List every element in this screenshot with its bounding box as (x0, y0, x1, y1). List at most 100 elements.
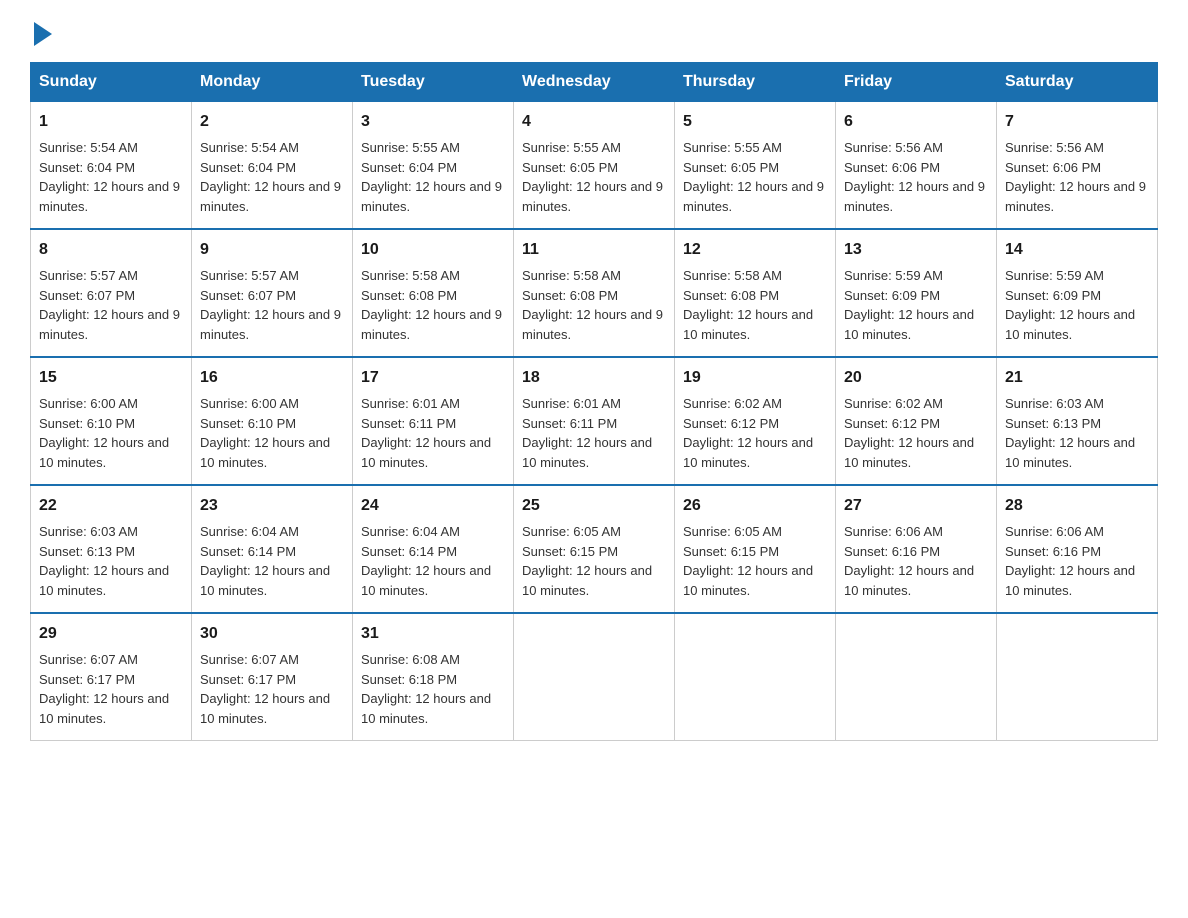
daylight-info: Daylight: 12 hours and 10 minutes. (361, 435, 491, 470)
calendar-cell: 14 Sunrise: 5:59 AM Sunset: 6:09 PM Dayl… (997, 229, 1158, 357)
sunrise-info: Sunrise: 6:02 AM (844, 396, 943, 411)
sunrise-info: Sunrise: 5:59 AM (844, 268, 943, 283)
sunrise-info: Sunrise: 5:58 AM (522, 268, 621, 283)
sunrise-info: Sunrise: 6:00 AM (39, 396, 138, 411)
day-number: 28 (1005, 494, 1149, 518)
header-day-friday: Friday (836, 63, 997, 102)
daylight-info: Daylight: 12 hours and 10 minutes. (200, 435, 330, 470)
daylight-info: Daylight: 12 hours and 9 minutes. (522, 179, 663, 214)
sunset-info: Sunset: 6:07 PM (39, 288, 135, 303)
day-number: 10 (361, 238, 505, 262)
daylight-info: Daylight: 12 hours and 9 minutes. (361, 179, 502, 214)
day-number: 27 (844, 494, 988, 518)
calendar-body: 1 Sunrise: 5:54 AM Sunset: 6:04 PM Dayli… (31, 102, 1158, 741)
calendar-cell: 21 Sunrise: 6:03 AM Sunset: 6:13 PM Dayl… (997, 357, 1158, 485)
day-number: 8 (39, 238, 183, 262)
calendar-cell: 19 Sunrise: 6:02 AM Sunset: 6:12 PM Dayl… (675, 357, 836, 485)
calendar-cell: 7 Sunrise: 5:56 AM Sunset: 6:06 PM Dayli… (997, 102, 1158, 230)
daylight-info: Daylight: 12 hours and 10 minutes. (361, 691, 491, 726)
day-number: 22 (39, 494, 183, 518)
day-number: 13 (844, 238, 988, 262)
calendar-cell: 18 Sunrise: 6:01 AM Sunset: 6:11 PM Dayl… (514, 357, 675, 485)
day-number: 9 (200, 238, 344, 262)
calendar-cell: 31 Sunrise: 6:08 AM Sunset: 6:18 PM Dayl… (353, 613, 514, 741)
sunset-info: Sunset: 6:06 PM (844, 160, 940, 175)
day-number: 31 (361, 622, 505, 646)
sunset-info: Sunset: 6:04 PM (39, 160, 135, 175)
calendar-cell: 15 Sunrise: 6:00 AM Sunset: 6:10 PM Dayl… (31, 357, 192, 485)
calendar-cell: 9 Sunrise: 5:57 AM Sunset: 6:07 PM Dayli… (192, 229, 353, 357)
sunrise-info: Sunrise: 5:57 AM (200, 268, 299, 283)
calendar-cell: 12 Sunrise: 5:58 AM Sunset: 6:08 PM Dayl… (675, 229, 836, 357)
daylight-info: Daylight: 12 hours and 10 minutes. (844, 307, 974, 342)
calendar-cell: 27 Sunrise: 6:06 AM Sunset: 6:16 PM Dayl… (836, 485, 997, 613)
sunset-info: Sunset: 6:05 PM (522, 160, 618, 175)
sunrise-info: Sunrise: 6:06 AM (1005, 524, 1104, 539)
sunset-info: Sunset: 6:17 PM (200, 672, 296, 687)
day-number: 23 (200, 494, 344, 518)
day-number: 12 (683, 238, 827, 262)
header-day-monday: Monday (192, 63, 353, 102)
sunset-info: Sunset: 6:10 PM (200, 416, 296, 431)
day-number: 5 (683, 110, 827, 134)
sunset-info: Sunset: 6:14 PM (200, 544, 296, 559)
sunset-info: Sunset: 6:11 PM (522, 416, 617, 431)
sunset-info: Sunset: 6:18 PM (361, 672, 457, 687)
calendar-cell: 5 Sunrise: 5:55 AM Sunset: 6:05 PM Dayli… (675, 102, 836, 230)
day-number: 26 (683, 494, 827, 518)
logo-arrow-icon (34, 22, 52, 46)
daylight-info: Daylight: 12 hours and 10 minutes. (39, 435, 169, 470)
sunrise-info: Sunrise: 6:01 AM (361, 396, 460, 411)
sunset-info: Sunset: 6:10 PM (39, 416, 135, 431)
daylight-info: Daylight: 12 hours and 9 minutes. (844, 179, 985, 214)
calendar-cell: 10 Sunrise: 5:58 AM Sunset: 6:08 PM Dayl… (353, 229, 514, 357)
calendar-cell: 6 Sunrise: 5:56 AM Sunset: 6:06 PM Dayli… (836, 102, 997, 230)
day-number: 4 (522, 110, 666, 134)
calendar-cell (836, 613, 997, 741)
sunset-info: Sunset: 6:08 PM (522, 288, 618, 303)
sunrise-info: Sunrise: 6:08 AM (361, 652, 460, 667)
sunset-info: Sunset: 6:13 PM (39, 544, 135, 559)
sunrise-info: Sunrise: 5:55 AM (361, 140, 460, 155)
sunset-info: Sunset: 6:04 PM (361, 160, 457, 175)
sunset-info: Sunset: 6:04 PM (200, 160, 296, 175)
daylight-info: Daylight: 12 hours and 10 minutes. (844, 563, 974, 598)
sunset-info: Sunset: 6:16 PM (1005, 544, 1101, 559)
sunrise-info: Sunrise: 6:01 AM (522, 396, 621, 411)
calendar-cell: 24 Sunrise: 6:04 AM Sunset: 6:14 PM Dayl… (353, 485, 514, 613)
sunrise-info: Sunrise: 6:02 AM (683, 396, 782, 411)
sunset-info: Sunset: 6:11 PM (361, 416, 456, 431)
week-row-1: 1 Sunrise: 5:54 AM Sunset: 6:04 PM Dayli… (31, 102, 1158, 230)
daylight-info: Daylight: 12 hours and 10 minutes. (39, 691, 169, 726)
sunrise-info: Sunrise: 5:56 AM (844, 140, 943, 155)
sunset-info: Sunset: 6:17 PM (39, 672, 135, 687)
sunset-info: Sunset: 6:07 PM (200, 288, 296, 303)
daylight-info: Daylight: 12 hours and 10 minutes. (1005, 307, 1135, 342)
calendar-header: SundayMondayTuesdayWednesdayThursdayFrid… (31, 63, 1158, 102)
day-number: 19 (683, 366, 827, 390)
day-number: 3 (361, 110, 505, 134)
sunrise-info: Sunrise: 6:06 AM (844, 524, 943, 539)
calendar-cell: 11 Sunrise: 5:58 AM Sunset: 6:08 PM Dayl… (514, 229, 675, 357)
sunrise-info: Sunrise: 5:58 AM (683, 268, 782, 283)
sunrise-info: Sunrise: 5:55 AM (683, 140, 782, 155)
day-number: 16 (200, 366, 344, 390)
sunrise-info: Sunrise: 6:04 AM (361, 524, 460, 539)
logo-top (30, 20, 52, 46)
sunrise-info: Sunrise: 5:54 AM (200, 140, 299, 155)
daylight-info: Daylight: 12 hours and 10 minutes. (683, 435, 813, 470)
daylight-info: Daylight: 12 hours and 9 minutes. (200, 307, 341, 342)
sunrise-info: Sunrise: 6:07 AM (200, 652, 299, 667)
day-number: 21 (1005, 366, 1149, 390)
calendar-cell: 29 Sunrise: 6:07 AM Sunset: 6:17 PM Dayl… (31, 613, 192, 741)
calendar-cell: 17 Sunrise: 6:01 AM Sunset: 6:11 PM Dayl… (353, 357, 514, 485)
sunset-info: Sunset: 6:09 PM (1005, 288, 1101, 303)
header-day-thursday: Thursday (675, 63, 836, 102)
day-number: 24 (361, 494, 505, 518)
calendar-table: SundayMondayTuesdayWednesdayThursdayFrid… (30, 62, 1158, 741)
sunrise-info: Sunrise: 6:07 AM (39, 652, 138, 667)
calendar-cell: 26 Sunrise: 6:05 AM Sunset: 6:15 PM Dayl… (675, 485, 836, 613)
calendar-cell (675, 613, 836, 741)
sunrise-info: Sunrise: 5:54 AM (39, 140, 138, 155)
day-number: 1 (39, 110, 183, 134)
